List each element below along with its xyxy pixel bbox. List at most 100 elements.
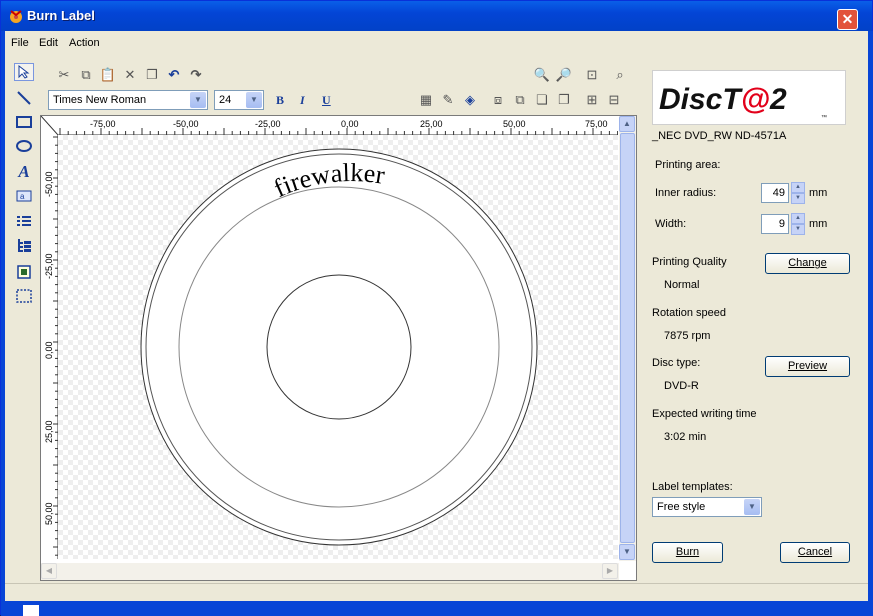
image-icon[interactable] (14, 263, 34, 281)
burn-label-window: Burn Label ✕ File Edit Action A a ✂ ⧉ 📋 … (0, 0, 873, 616)
frame-bottom (1, 601, 873, 616)
ellipse-icon[interactable] (14, 137, 34, 155)
paste-icon[interactable]: 📋 (97, 65, 119, 85)
ungroup-icon[interactable]: ⊟ (603, 90, 625, 110)
bring-front-icon[interactable]: ⧈ (487, 90, 509, 110)
bold-button[interactable]: B (276, 93, 284, 108)
printing-area-label: Printing area: (655, 159, 721, 171)
taskbar-checkbox (23, 605, 39, 616)
bring-forward-icon[interactable]: ⧉ (509, 90, 531, 110)
fill-color-icon[interactable]: ◈ (459, 90, 481, 110)
label-templates-select[interactable]: Free style ▼ (652, 497, 762, 517)
underline-button[interactable]: U (322, 93, 331, 108)
logo-text: DiscT@2 (659, 83, 787, 116)
text-box-icon[interactable]: a (14, 187, 34, 205)
undo-icon[interactable]: ↶ (163, 65, 185, 85)
chevron-down-icon[interactable]: ▼ (744, 499, 760, 515)
copy-icon[interactable]: ⧉ (75, 65, 97, 85)
label-canvas: -75,00 -50,00 -25,00 0,00 25,00 50,00 75… (40, 115, 637, 581)
tree-list-icon[interactable] (14, 237, 34, 255)
italic-button[interactable]: I (300, 93, 305, 108)
ruler-label: 25,00 (420, 119, 443, 129)
ruler-label: 75,00 (585, 119, 608, 129)
printing-quality-label: Printing Quality (652, 256, 727, 268)
disc-type-value: DVD-R (664, 380, 699, 392)
svg-text:a: a (20, 192, 25, 201)
line-icon[interactable] (14, 89, 34, 107)
group-icon[interactable]: ⊞ (581, 90, 603, 110)
horizontal-scrollbar[interactable]: ◀ ▶ (41, 563, 619, 580)
zoom-in-icon[interactable]: 🔍 (531, 65, 553, 85)
window-title: Burn Label (27, 8, 95, 23)
ruler-label: 50,00 (503, 119, 526, 129)
scroll-up-button[interactable]: ▲ (619, 116, 635, 132)
zoom-out-icon[interactable]: 🔎 (553, 65, 575, 85)
preview-button[interactable]: Preview (765, 356, 850, 377)
chevron-down-icon[interactable]: ▼ (190, 92, 206, 108)
title-bar[interactable]: Burn Label ✕ (1, 1, 872, 31)
ruler-label: 0,00 (44, 341, 54, 359)
scroll-down-button[interactable]: ▼ (619, 544, 635, 560)
zoom-page-icon[interactable]: ⌕ (609, 65, 631, 85)
cancel-button[interactable]: Cancel (780, 542, 850, 563)
inner-radius-stepper[interactable]: ▲ ▼ (791, 182, 805, 204)
select-arrow-icon[interactable] (14, 63, 34, 81)
ruler-label: -50,00 (44, 171, 54, 197)
disc-outer-edge-inner (145, 153, 533, 541)
change-button[interactable]: Change (765, 253, 850, 274)
edit-toolbar: ✂ ⧉ 📋 ✕ ❐ ↶ ↷ (53, 64, 207, 86)
rectangle-icon[interactable] (14, 113, 34, 131)
delete-icon[interactable]: ✕ (119, 65, 141, 85)
disc-drawing-area[interactable]: firewalker (58, 135, 618, 559)
scroll-left-button[interactable]: ◀ (41, 563, 57, 579)
zoom-fit-icon[interactable]: ⊡ (581, 65, 603, 85)
pen-color-icon[interactable]: ✎ (437, 90, 459, 110)
text-icon[interactable]: A (14, 162, 34, 181)
drive-name: _NEC DVD_RW ND-4571A (652, 130, 787, 142)
ruler-label: 0,00 (341, 119, 359, 129)
send-back-icon[interactable]: ❐ (553, 90, 575, 110)
ruler-corner (41, 116, 58, 135)
redo-icon[interactable]: ↷ (185, 65, 207, 85)
menu-file[interactable]: File (11, 37, 29, 49)
vertical-scrollbar[interactable]: ▲ ▼ (619, 116, 636, 561)
ruler-label: -75,00 (90, 119, 116, 129)
burn-button[interactable]: Burn (652, 542, 723, 563)
draw-toolbar: ▦ ✎ ◈ ⧈ ⧉ ❏ ❐ ⊞ ⊟ (415, 89, 625, 111)
chevron-down-icon[interactable]: ▼ (246, 92, 262, 108)
texture-icon[interactable]: ▦ (415, 90, 437, 110)
inner-radius-label: Inner radius: (655, 187, 717, 199)
width-field[interactable]: 9 (761, 214, 789, 234)
font-family-value: Times New Roman (53, 94, 147, 106)
app-icon (10, 10, 22, 23)
frame-right (868, 31, 873, 616)
tool-column: A a (13, 63, 35, 307)
scroll-right-button[interactable]: ▶ (602, 563, 618, 579)
list-icon[interactable] (14, 213, 34, 231)
menu-edit[interactable]: Edit (39, 37, 58, 49)
horizontal-ruler: -75,00 -50,00 -25,00 0,00 25,00 50,00 75… (58, 116, 618, 135)
label-templates-label: Label templates: (652, 481, 733, 493)
label-templates-value: Free style (657, 501, 706, 513)
scroll-thumb[interactable] (620, 133, 635, 543)
send-backward-icon[interactable]: ❏ (531, 90, 553, 110)
duplicate-icon[interactable]: ❐ (141, 65, 163, 85)
logo-tm: ™ (821, 114, 827, 121)
ruler-label: 50,00 (44, 502, 54, 525)
close-button[interactable]: ✕ (837, 9, 858, 30)
ruler-label: -25,00 (44, 253, 54, 279)
font-size-value: 24 (219, 94, 232, 106)
width-unit: mm (809, 218, 828, 230)
cut-icon[interactable]: ✂ (53, 65, 75, 85)
zoom-toolbar: 🔍 🔎 ⊡ ⌕ (531, 64, 631, 86)
menu-action[interactable]: Action (69, 37, 100, 49)
inner-radius-field[interactable]: 49 (761, 183, 789, 203)
ruler-label: 25,00 (44, 420, 54, 443)
font-size-select[interactable]: 24 ▼ (214, 90, 264, 110)
frame-select-icon[interactable] (14, 287, 34, 305)
width-label: Width: (655, 218, 687, 230)
width-stepper[interactable]: ▲ ▼ (791, 213, 805, 235)
printing-quality-value: Normal (664, 279, 700, 291)
inner-radius-unit: mm (809, 187, 828, 199)
font-family-select[interactable]: Times New Roman ▼ (48, 90, 208, 110)
